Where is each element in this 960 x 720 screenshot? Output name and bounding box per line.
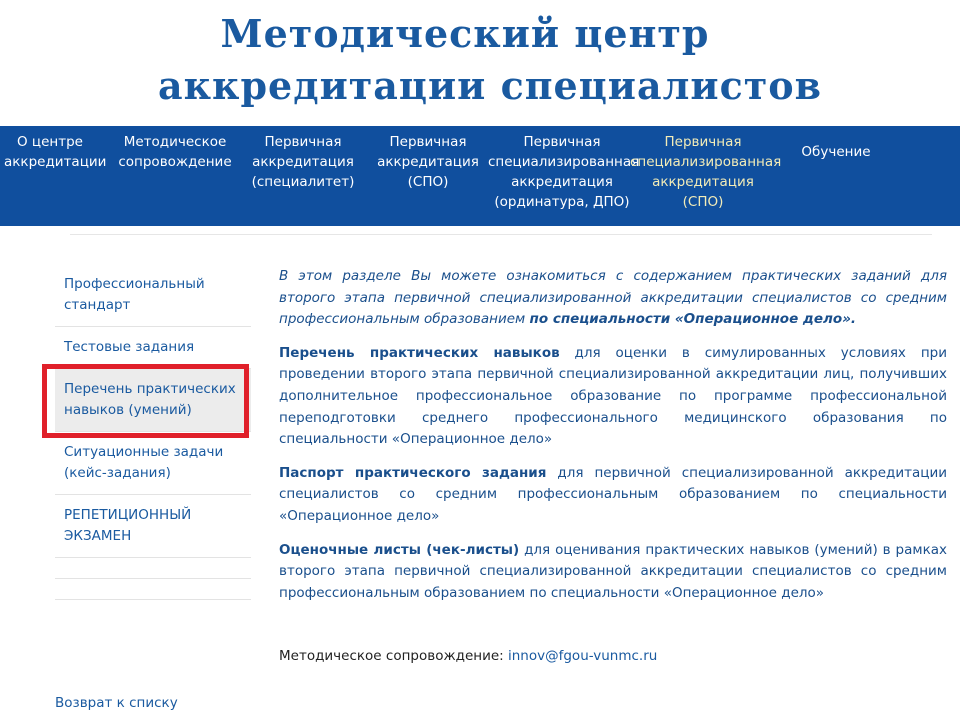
nav-item-about-center[interactable]: О центре аккредитации bbox=[4, 132, 106, 172]
contact-email-link[interactable]: innov@fgou-vunmc.ru bbox=[508, 648, 657, 664]
practical-skills-list-link[interactable]: Перечень практических навыков bbox=[279, 345, 560, 361]
checklists-link-label: Оценочные листы (чек-листы) bbox=[279, 541, 520, 558]
slide-title-line-1: Методический центр bbox=[220, 11, 710, 56]
sidebar-item-professional-standard[interactable]: Профессиональный стандарт bbox=[55, 264, 251, 327]
task-passport-paragraph: Паспорт практического задания для первич… bbox=[279, 463, 947, 528]
task-passport-link-label: Паспорт практического задания bbox=[279, 464, 547, 481]
sidebar-item-empty bbox=[55, 558, 251, 579]
nav-item-specialized-accreditation-spo[interactable]: Первичная специализированная аккредитаци… bbox=[630, 132, 781, 212]
sidebar-item-test-tasks[interactable]: Тестовые задания bbox=[55, 327, 251, 369]
nav-item-primary-accreditation-specialty[interactable]: Первичная аккредитация (специалитет) bbox=[250, 132, 356, 192]
sidebar-item-rehearsal-exam[interactable]: РЕПЕТИЦИОННЫЙ ЭКЗАМЕН bbox=[55, 495, 251, 558]
nav-item-training[interactable]: Обучение bbox=[796, 142, 876, 162]
sidebar-item-empty bbox=[55, 579, 251, 600]
sidebar-item-case-tasks[interactable]: Ситуационные задачи (кейс-задания) bbox=[55, 432, 251, 495]
content-divider bbox=[70, 234, 932, 235]
slide-title-line-2: аккредитации специалистов bbox=[157, 63, 823, 108]
skills-list-paragraph: Перечень практических навыков для оценки… bbox=[279, 343, 947, 451]
contact-line: Методическое сопровождение: innov@fgou-v… bbox=[279, 646, 657, 666]
sidebar-menu: Профессиональный стандарт Тестовые задан… bbox=[55, 264, 251, 600]
nav-item-primary-accreditation-spo[interactable]: Первичная аккредитация (СПО) bbox=[376, 132, 480, 192]
checklists-paragraph: Оценочные листы (чек-листы) для оцениван… bbox=[279, 540, 947, 605]
back-to-list-link[interactable]: Возврат к списку bbox=[55, 693, 178, 713]
nav-item-methodical-support[interactable]: Методическое сопровождение bbox=[118, 132, 232, 172]
task-passport-link[interactable]: Паспорт практического задания bbox=[279, 465, 546, 481]
main-content: В этом разделе Вы можете ознакомиться с … bbox=[279, 266, 947, 616]
checklists-link[interactable]: Оценочные листы (чек-листы) bbox=[279, 542, 519, 558]
slide-title: Методический центр аккредитации специали… bbox=[0, 8, 960, 112]
sidebar-item-practical-skills-list[interactable]: Перечень практических навыков (умений) bbox=[55, 369, 251, 432]
nav-item-specialized-accreditation-residency[interactable]: Первичная специализированная аккредитаци… bbox=[488, 132, 639, 212]
contact-label: Методическое сопровождение: bbox=[279, 648, 508, 664]
intro-paragraph: В этом разделе Вы можете ознакомиться с … bbox=[279, 266, 947, 331]
intro-specialty: по специальности «Операционное дело». bbox=[529, 311, 857, 328]
main-navigation: О центре аккредитации Методическое сопро… bbox=[0, 126, 960, 226]
practical-skills-list-link-label: Перечень практических навыков bbox=[279, 344, 560, 361]
